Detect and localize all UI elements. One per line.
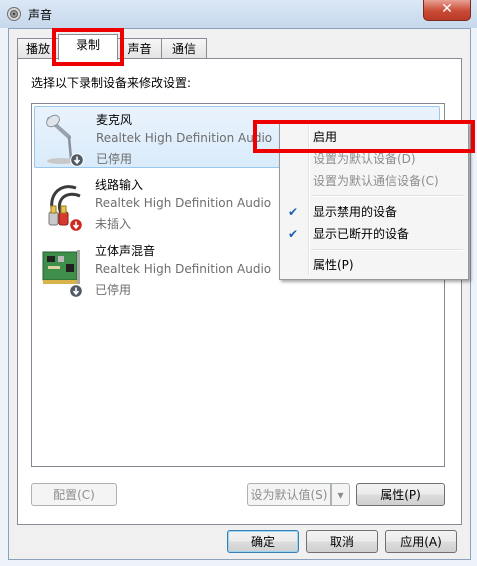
tab-recording[interactable]: 录制 [58,34,118,60]
menu-item-label: 属性(P) [313,258,354,272]
configure-button[interactable]: 配置(C) [31,483,117,506]
apply-button[interactable]: 应用(A) [385,530,457,553]
tab-label: 声音 [127,42,152,56]
menu-item-set-default-communication[interactable]: 设置为默认通信设备(C) [282,170,464,192]
checkmark-icon: ✔ [288,227,299,241]
menu-item-show-disconnected[interactable]: ✔ 显示已断开的设备 [282,223,464,245]
close-icon: ✕ [441,1,453,17]
tab-sounds[interactable]: 声音 [117,38,162,59]
window-title: 声音 [28,8,53,22]
button-label: 配置(C) [53,488,95,502]
panel-instruction: 选择以下录制设备来修改设置: [31,76,192,90]
menu-item-label: 设置为默认设备(D) [313,152,416,166]
tab-label: 播放 [25,42,50,56]
set-default-dropdown-button[interactable]: ▾ [331,483,350,506]
tab-playback[interactable]: 播放 [17,38,59,59]
sound-dialog: 声音 ✕ 播放 录制 声音 通信 选择以下录制设备来修改设置: 麦克风 Real… [0,0,477,566]
tab-label: 录制 [75,38,100,52]
device-driver: Realtek High Definition Audio [95,196,272,210]
menu-item-set-default[interactable]: 设置为默认设备(D) [282,148,464,170]
menu-separator [311,195,463,197]
device-status: 已停用 [96,152,133,166]
checkmark-icon: ✔ [288,205,299,219]
menu-item-label: 显示禁用的设备 [313,205,398,219]
tab-label: 通信 [171,42,196,56]
device-name: 立体声混音 [95,244,156,258]
chevron-down-icon: ▾ [337,488,344,502]
device-status: 未插入 [95,217,132,231]
menu-item-label: 设置为默认通信设备(C) [313,174,439,188]
device-driver: Realtek High Definition Audio [96,131,273,145]
ok-button[interactable]: 确定 [227,530,299,553]
button-label: 取消 [329,535,354,549]
cancel-button[interactable]: 取消 [306,530,378,553]
tab-communications[interactable]: 通信 [161,38,207,59]
red-down-arrow-badge [69,218,83,232]
close-button[interactable]: ✕ [423,0,471,21]
device-name: 麦克风 [96,113,133,127]
title-bar[interactable]: 声音 ✕ [0,0,477,28]
set-default-button[interactable]: 设为默认值(S) [247,483,331,506]
device-driver: Realtek High Definition Audio [95,262,272,276]
menu-item-enable[interactable]: 启用 [282,126,464,148]
down-arrow-badge [70,153,84,167]
menu-item-label: 显示已断开的设备 [313,227,410,241]
device-context-menu: 启用 设置为默认设备(D) 设置为默认通信设备(C) ✔ 显示禁用的设备 ✔ 显… [279,122,469,280]
device-name: 线路输入 [95,178,144,192]
speaker-icon [7,7,21,21]
menu-item-properties[interactable]: 属性(P) [282,254,464,276]
device-status: 已停用 [95,283,132,297]
properties-button[interactable]: 属性(P) [356,483,445,506]
down-arrow-badge [69,284,83,298]
menu-item-label: 启用 [313,130,338,144]
button-label: 应用(A) [400,535,442,549]
menu-item-show-disabled[interactable]: ✔ 显示禁用的设备 [282,201,464,223]
button-label: 属性(P) [380,488,421,502]
menu-separator [311,249,463,251]
button-label: 确定 [250,535,275,549]
button-label: 设为默认值(S) [250,488,328,502]
